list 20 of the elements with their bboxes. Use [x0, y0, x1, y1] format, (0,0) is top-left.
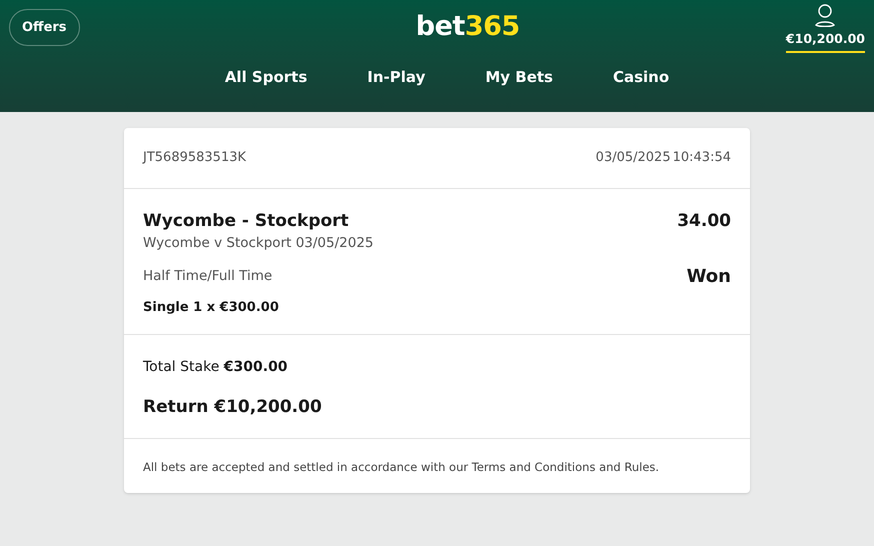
total-stake: Total Stake €300.00	[143, 358, 289, 378]
nav-tab[interactable]: Casino	[602, 64, 680, 90]
bet-type: Single 1 x €300.00	[143, 298, 280, 317]
selection-title: Wycombe - Stockport	[143, 210, 349, 233]
return-amount: Return €10,200.00	[143, 396, 323, 420]
bet-result: Won	[686, 264, 731, 289]
nav-tab[interactable]: In-Play	[357, 64, 436, 90]
disclaimer-text: All bets are accepted and settled in accordance with our Terms and Conditions and Rules.	[143, 460, 660, 474]
bet-reference: JT5689583513K	[143, 149, 246, 168]
offers-button[interactable]: Offers	[9, 9, 80, 46]
user-icon[interactable]	[814, 3, 836, 27]
event-name: Wycombe v Stockport 03/05/2025	[143, 234, 375, 252]
odds: 34.00	[677, 210, 731, 233]
logo[interactable]: bet365	[416, 12, 520, 42]
account-balance[interactable]: €10,200.00	[786, 30, 865, 53]
nav-tab[interactable]: My Bets	[475, 64, 563, 90]
market-name: Half Time/Full Time	[143, 267, 272, 286]
bet-time: 10:43:54	[672, 149, 731, 168]
nav-tab[interactable]: All Sports	[214, 64, 318, 90]
bet-date: 03/05/2025	[596, 149, 671, 168]
